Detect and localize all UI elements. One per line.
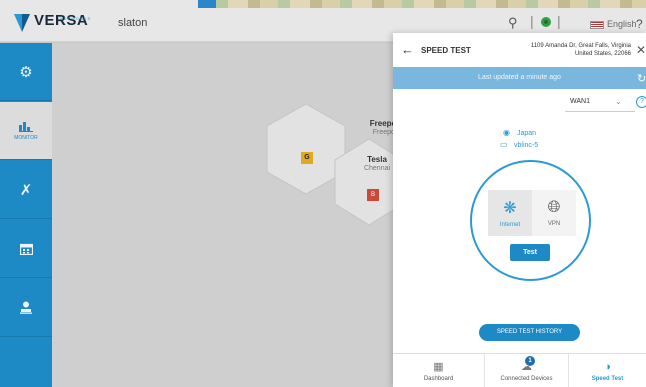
vpn-label: VPN	[547, 221, 561, 227]
node-badge: G	[301, 152, 313, 164]
last-updated-text: Last updated a minute ago	[478, 74, 561, 81]
language-label: English	[607, 19, 637, 29]
map-strip-highlight	[198, 0, 216, 8]
tab-connected-devices[interactable]: ☁ 1 Connected Devices	[485, 354, 569, 387]
location-pin-icon: ◉	[503, 128, 510, 137]
tab-label: Dashboard	[423, 376, 454, 382]
divider-icon-2: |	[557, 13, 561, 29]
vpn-option[interactable]: 🌐︎ VPN	[532, 190, 576, 236]
chevron-down-icon: ⌄	[615, 97, 622, 106]
address-line-1: 1109 Amanda Dr, Great Falls, Virginia	[530, 43, 631, 49]
location-row: ◉ Japan	[503, 128, 536, 137]
device-row: ▭ vblinc-5	[500, 140, 538, 149]
sidebar: ⚙ MONITOR ✗	[0, 43, 52, 387]
device-icon: ▭	[500, 140, 508, 149]
help-button[interactable]: ?	[636, 17, 643, 31]
device-label: vblinc-5	[514, 142, 539, 149]
refresh-icon[interactable]: ↻	[637, 72, 646, 85]
divider-icon: |	[530, 13, 534, 29]
address: 1109 Amanda Dr, Great Falls, Virginia Un…	[505, 42, 631, 58]
address-line-2: United States, 22066	[574, 51, 631, 57]
us-flag-icon	[590, 20, 604, 29]
header-username: slaton	[118, 17, 148, 29]
map-strip	[198, 0, 646, 8]
status-icon[interactable]	[540, 16, 552, 31]
network-icon: ❋	[503, 200, 517, 217]
sidebar-item-calendar[interactable]	[0, 220, 52, 278]
test-button[interactable]: Test	[510, 244, 550, 261]
speed-test-panel: ← SPEED TEST 1109 Amanda Dr, Great Falls…	[393, 33, 646, 387]
speedometer-icon: ◑	[604, 360, 611, 373]
tab-label: Connected Devices	[500, 376, 553, 382]
sidebar-item-monitor[interactable]: MONITOR	[0, 102, 52, 160]
sidebar-item-user[interactable]	[0, 279, 52, 337]
test-selector-circle: ❋ Internet 🌐︎ VPN Test	[470, 160, 591, 281]
wan-select[interactable]: WAN1 ⌄	[565, 94, 635, 112]
tab-dashboard[interactable]: ▦ Dashboard	[393, 354, 485, 387]
versa-logo-icon	[14, 14, 30, 32]
gear-icon: ⚙	[19, 63, 33, 81]
close-icon[interactable]: ✕	[636, 43, 646, 57]
node-badge: B	[367, 189, 379, 201]
bottom-tabbar: ▦ Dashboard ☁ 1 Connected Devices ◑ Spee…	[393, 353, 646, 387]
logo-subtext: NETWORKS	[60, 16, 92, 21]
panel-header: ← SPEED TEST 1109 Amanda Dr, Great Falls…	[393, 33, 646, 67]
tab-speed-test[interactable]: ◑ Speed Test	[569, 354, 646, 387]
speed-test-history-button[interactable]: SPEED TEST HISTORY	[479, 324, 580, 341]
wan-selected-value: WAN1	[570, 98, 590, 105]
sidebar-item-tools[interactable]: ✗	[0, 161, 52, 219]
internet-label: Internet	[499, 222, 521, 228]
panel-title: SPEED TEST	[421, 46, 471, 55]
grid-icon: ▦	[433, 361, 444, 373]
chart-icon	[19, 121, 33, 132]
last-updated-banner: Last updated a minute ago ↻	[393, 67, 646, 89]
tab-label: Speed Test	[591, 375, 624, 382]
user-icon	[20, 301, 32, 314]
help-icon[interactable]: ?	[636, 96, 646, 108]
back-arrow-icon[interactable]: ←	[401, 42, 414, 57]
tools-icon: ✗	[19, 181, 33, 199]
internet-option[interactable]: ❋ Internet	[488, 190, 532, 236]
globe-icon: 🌐︎	[547, 199, 561, 216]
search-icon[interactable]: ⚲	[508, 15, 518, 31]
sidebar-item-settings[interactable]: ⚙	[0, 43, 52, 101]
devices-count-badge: 1	[525, 356, 535, 366]
location-label: Japan	[517, 130, 537, 137]
sidebar-item-label: MONITOR	[14, 134, 38, 141]
calendar-icon	[19, 243, 33, 255]
